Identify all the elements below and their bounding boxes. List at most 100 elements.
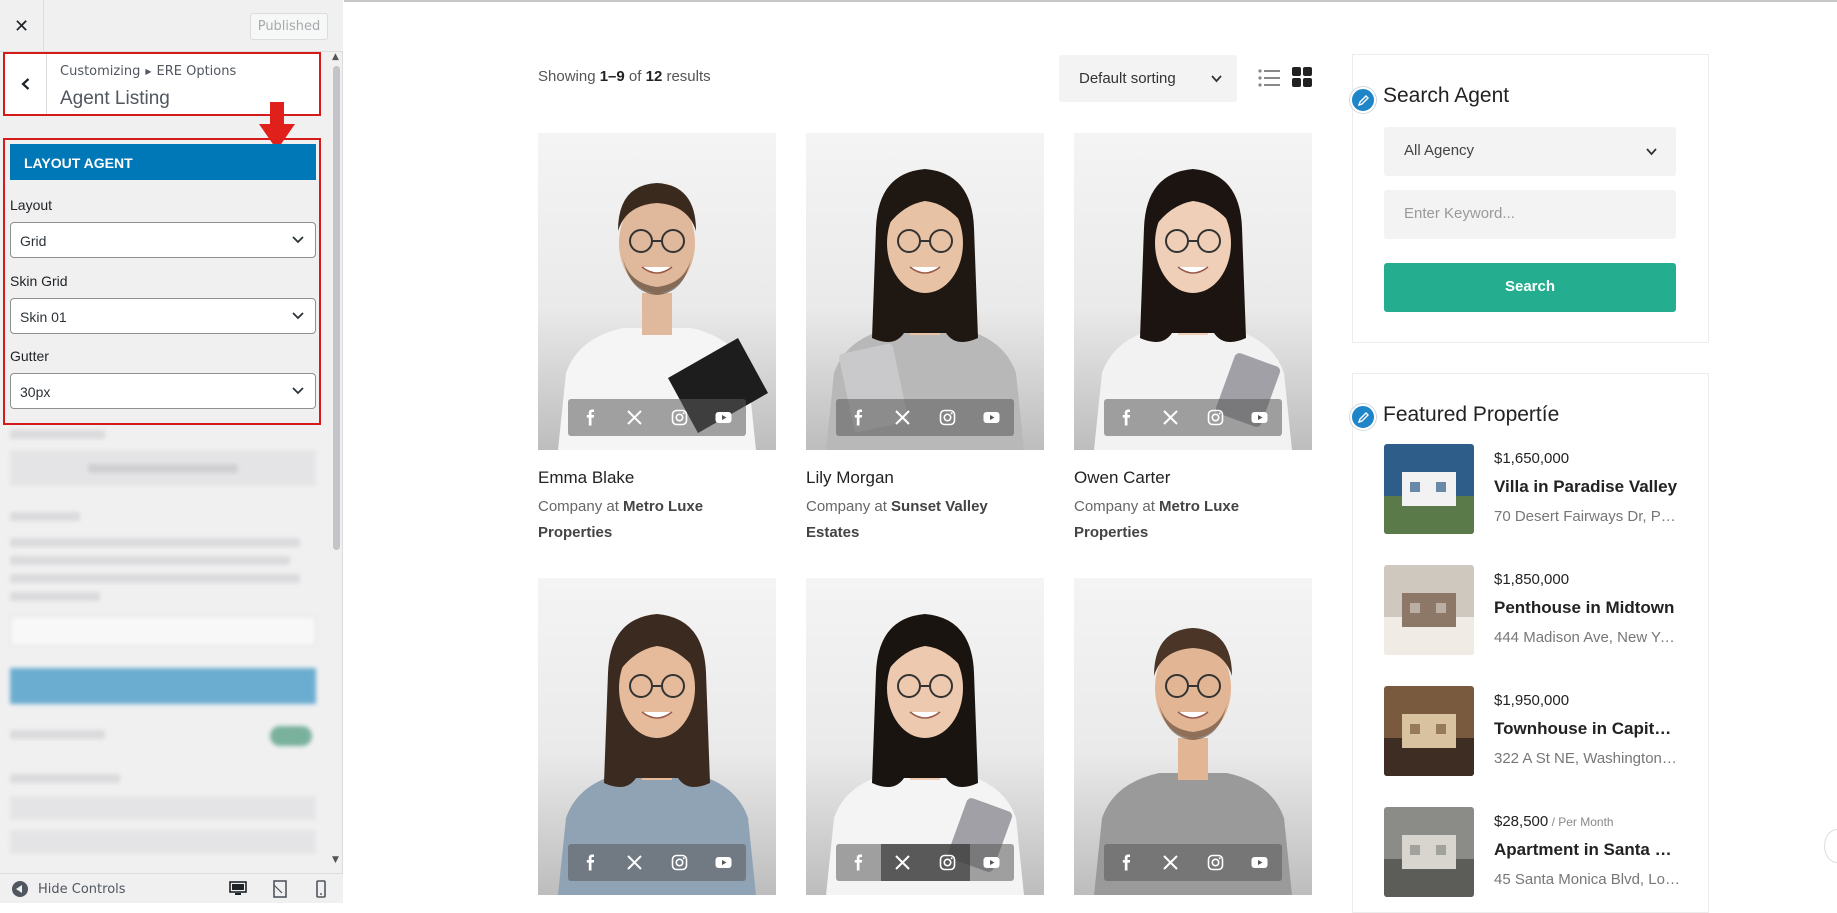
edit-pencil-icon[interactable] xyxy=(1350,87,1376,113)
breadcrumb-section: ERE Options xyxy=(156,64,237,79)
tablet-preview-icon[interactable] xyxy=(271,880,289,898)
x-twitter-icon[interactable] xyxy=(613,844,658,881)
instagram-icon[interactable] xyxy=(925,399,970,436)
property-title[interactable]: Townhouse in Capitol Hill xyxy=(1494,719,1680,739)
agent-company: Company at Metro Luxe Properties xyxy=(538,494,776,546)
close-icon[interactable]: ✕ xyxy=(0,0,44,52)
featured-properties-title: Featured Propertíe xyxy=(1383,403,1560,426)
agent-card[interactable]: Owen Carter Company at Metro Luxe Propert… xyxy=(1074,133,1312,541)
property-price: $28,500 / Per Month xyxy=(1494,813,1614,830)
property-thumbnail[interactable] xyxy=(1384,807,1474,897)
edit-pencil-icon[interactable] xyxy=(1350,404,1376,430)
instagram-icon[interactable] xyxy=(657,844,702,881)
skin-grid-select[interactable]: Skin 01 xyxy=(10,298,316,334)
chevron-down-icon xyxy=(292,312,304,320)
scroll-down-arrow-icon[interactable]: ▼ xyxy=(332,855,339,865)
desktop-preview-icon[interactable] xyxy=(229,880,247,898)
results-prefix: Showing xyxy=(538,68,600,85)
back-button[interactable] xyxy=(5,54,47,114)
sort-select[interactable]: Default sorting xyxy=(1059,55,1237,102)
agent-card[interactable] xyxy=(806,578,1044,895)
agent-photo[interactable] xyxy=(1074,133,1312,450)
keyword-input[interactable]: Enter Keyword... xyxy=(1384,190,1676,239)
agent-photo[interactable] xyxy=(806,133,1044,450)
youtube-icon[interactable] xyxy=(970,844,1015,881)
grid-view-icon[interactable] xyxy=(1292,67,1312,87)
layout-select[interactable]: Grid xyxy=(10,222,316,258)
x-twitter-icon[interactable] xyxy=(1149,844,1194,881)
property-item[interactable]: $28,500 / Per Month Apartment in Santa Mo… xyxy=(1384,807,1684,897)
search-button[interactable]: Search xyxy=(1384,263,1676,312)
property-title[interactable]: Apartment in Santa Monica xyxy=(1494,840,1680,860)
x-twitter-icon[interactable] xyxy=(881,399,926,436)
property-address: 322 A St NE, Washington DC xyxy=(1494,750,1680,767)
scroll-up-arrow-icon[interactable]: ▲ xyxy=(332,52,339,62)
search-agent-title: Search Agent xyxy=(1383,84,1510,107)
agent-photo[interactable] xyxy=(538,133,776,450)
property-item[interactable]: $1,650,000 Villa in Paradise Valley 70 Des… xyxy=(1384,444,1684,534)
instagram-icon[interactable] xyxy=(1193,844,1238,881)
property-price: $1,850,000 xyxy=(1494,571,1569,588)
chevron-left-icon xyxy=(20,78,29,90)
property-thumbnail[interactable] xyxy=(1384,565,1474,655)
facebook-icon[interactable] xyxy=(568,844,613,881)
agent-photo[interactable] xyxy=(806,578,1044,895)
gutter-select[interactable]: 30px xyxy=(10,373,316,409)
mobile-preview-icon[interactable] xyxy=(312,880,330,898)
agent-company: Company at Metro Luxe Properties xyxy=(1074,494,1312,546)
property-thumbnail[interactable] xyxy=(1384,686,1474,776)
published-button[interactable]: Published xyxy=(250,13,328,40)
customizer-top-bar: ✕ Published xyxy=(0,0,343,52)
youtube-icon[interactable] xyxy=(1238,844,1283,881)
list-view-icon[interactable] xyxy=(1258,68,1280,88)
agent-card[interactable] xyxy=(1074,578,1312,895)
customizer-footer: Hide Controls xyxy=(0,873,343,903)
agent-name[interactable]: Owen Carter xyxy=(1074,468,1170,488)
facebook-icon[interactable] xyxy=(568,399,613,436)
facebook-icon[interactable] xyxy=(836,399,881,436)
property-price-period: / Per Month xyxy=(1548,815,1614,829)
agent-card[interactable] xyxy=(538,578,776,895)
agency-select-value: All Agency xyxy=(1404,142,1475,159)
youtube-icon[interactable] xyxy=(702,399,747,436)
hide-controls-button[interactable]: Hide Controls xyxy=(12,881,126,897)
results-total: 12 xyxy=(645,68,663,85)
layout-agent-section-header[interactable]: LAYOUT AGENT xyxy=(10,144,316,180)
facebook-icon[interactable] xyxy=(1104,399,1149,436)
property-title[interactable]: Villa in Paradise Valley xyxy=(1494,477,1680,497)
gutter-label: Gutter xyxy=(10,348,49,364)
search-agent-widget: Search Agent All Agency Enter Keyword...… xyxy=(1350,54,1709,343)
facebook-icon[interactable] xyxy=(836,844,881,881)
agent-name[interactable]: Emma Blake xyxy=(538,468,634,488)
breadcrumb-root: Customizing xyxy=(60,64,141,79)
agent-company-prefix: Company at xyxy=(538,498,624,515)
property-title[interactable]: Penthouse in Midtown xyxy=(1494,598,1680,618)
instagram-icon[interactable] xyxy=(1193,399,1238,436)
youtube-icon[interactable] xyxy=(1238,399,1283,436)
scrollbar-thumb[interactable] xyxy=(333,66,340,550)
agent-card[interactable]: Emma Blake Company at Metro Luxe Properti… xyxy=(538,133,776,541)
panel-title: Agent Listing xyxy=(60,88,170,109)
results-of: of xyxy=(624,68,646,85)
chevron-down-icon xyxy=(1646,148,1657,156)
collapse-arrow-icon xyxy=(12,881,28,897)
agent-card[interactable]: Lily Morgan Company at Sunset Valley Esta… xyxy=(806,133,1044,541)
scroll-to-top-button[interactable] xyxy=(1824,829,1837,863)
x-twitter-icon[interactable] xyxy=(613,399,658,436)
property-price-value: $1,650,000 xyxy=(1494,450,1570,467)
agent-photo[interactable] xyxy=(538,578,776,895)
x-twitter-icon[interactable] xyxy=(1149,399,1194,436)
agent-photo[interactable] xyxy=(1074,578,1312,895)
instagram-icon[interactable] xyxy=(657,399,702,436)
property-thumbnail[interactable] xyxy=(1384,444,1474,534)
x-twitter-icon[interactable] xyxy=(880,844,925,881)
youtube-icon[interactable] xyxy=(702,844,747,881)
youtube-icon[interactable] xyxy=(970,399,1015,436)
facebook-icon[interactable] xyxy=(1104,844,1149,881)
agency-select[interactable]: All Agency xyxy=(1384,127,1676,176)
instagram-icon[interactable] xyxy=(925,844,970,881)
property-item[interactable]: $1,950,000 Townhouse in Capitol Hill 322 A… xyxy=(1384,686,1684,776)
property-item[interactable]: $1,850,000 Penthouse in Midtown 444 Madiso… xyxy=(1384,565,1684,655)
results-range: 1–9 xyxy=(599,68,625,85)
agent-name[interactable]: Lily Morgan xyxy=(806,468,894,488)
